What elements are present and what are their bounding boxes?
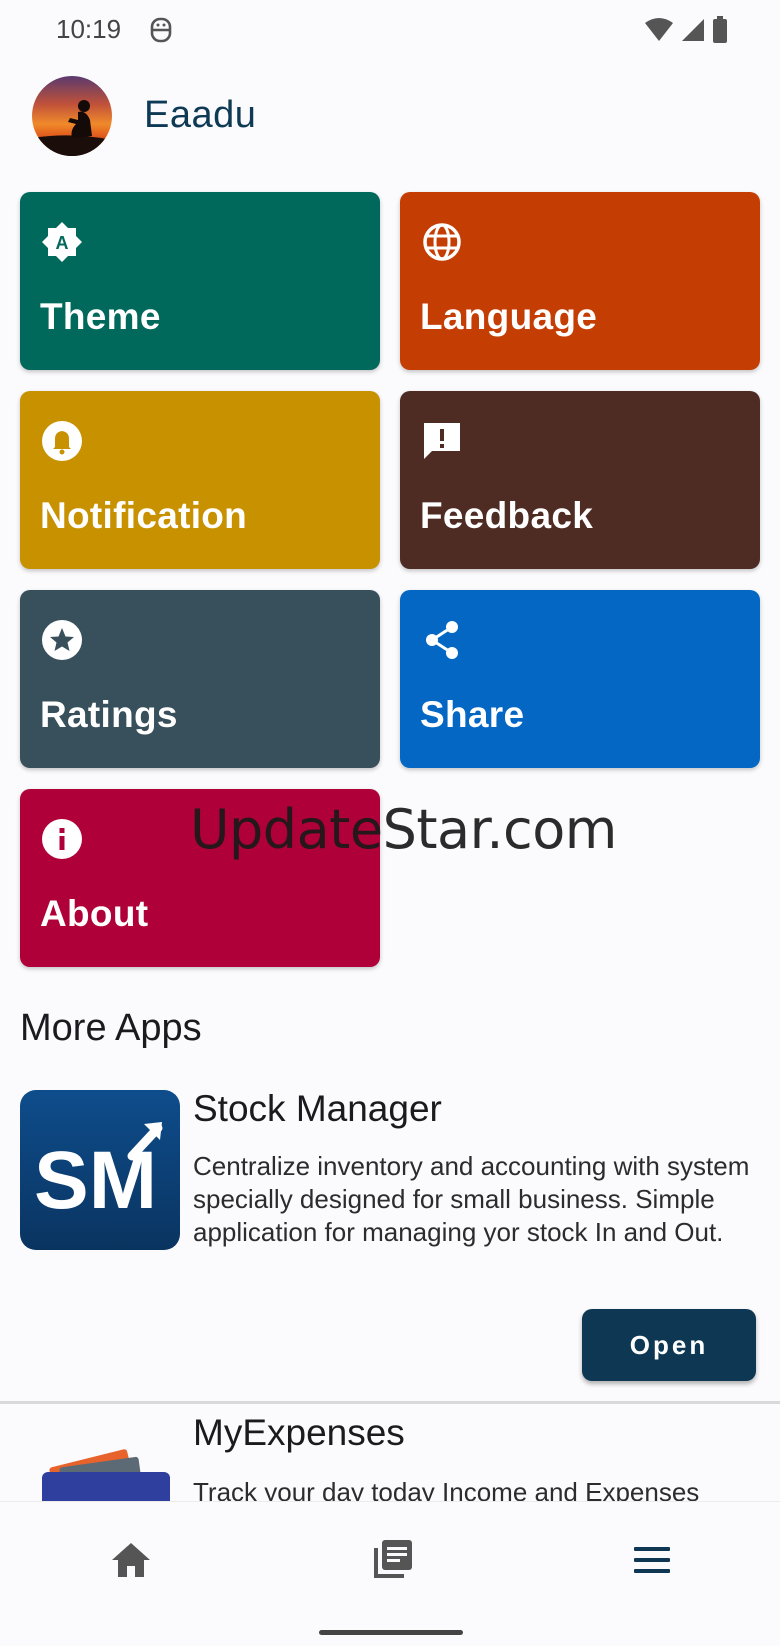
- language-tile[interactable]: Language: [400, 192, 760, 370]
- feedback-label: Feedback: [420, 495, 594, 536]
- ratings-tile[interactable]: Ratings: [20, 590, 380, 768]
- brightness-auto-icon: A: [42, 222, 82, 262]
- about-label: About: [40, 893, 149, 934]
- theme-tile[interactable]: A Theme: [20, 192, 380, 370]
- app-card-stock-manager: SM Stock Manager Centralize inventory an…: [0, 1088, 780, 1390]
- share-icon: [426, 621, 458, 659]
- status-time: 10:19: [56, 14, 122, 44]
- app-description: Track your day today Income and Expenses: [193, 1477, 700, 1502]
- divider: [0, 1401, 780, 1404]
- app-name: MyExpenses: [193, 1414, 405, 1453]
- signal-icon: [682, 19, 704, 41]
- wifi-icon: [645, 18, 673, 41]
- share-label: Share: [420, 694, 525, 735]
- feedback-tile[interactable]: Feedback: [400, 391, 760, 569]
- avatar[interactable]: [32, 76, 112, 156]
- bell-icon: [42, 421, 82, 461]
- globe-icon: [423, 223, 461, 261]
- info-icon: [42, 819, 82, 859]
- watermark: UpdateStar.com: [190, 798, 617, 861]
- battery-icon: [713, 16, 727, 43]
- ratings-label: Ratings: [40, 694, 178, 735]
- status-bar: 10:19: [0, 0, 780, 62]
- bottom-nav: [0, 1502, 780, 1646]
- app-header: Eaadu: [0, 70, 780, 162]
- app-notification-icon: [150, 17, 172, 43]
- app-name: Stock Manager: [193, 1088, 442, 1129]
- myexpenses-logo[interactable]: [20, 1442, 180, 1502]
- notification-label: Notification: [40, 495, 248, 536]
- star-icon: [42, 620, 82, 660]
- app-description: Centralize inventory and accounting with…: [193, 1151, 750, 1247]
- open-button[interactable]: Open: [582, 1309, 756, 1381]
- home-indicator: [319, 1630, 463, 1635]
- language-label: Language: [420, 296, 598, 337]
- more-apps-title: More Apps: [20, 1007, 202, 1049]
- page-title: Eaadu: [144, 94, 257, 136]
- feedback-icon: [424, 423, 460, 459]
- stock-manager-logo[interactable]: SM: [20, 1090, 180, 1250]
- menu-icon[interactable]: [628, 1536, 676, 1584]
- library-books-icon[interactable]: [368, 1536, 416, 1584]
- share-tile[interactable]: Share: [400, 590, 760, 768]
- svg-text:A: A: [56, 233, 69, 253]
- home-icon[interactable]: [107, 1536, 155, 1584]
- app-card-myexpenses: MyExpenses Track your day today Income a…: [0, 1414, 780, 1502]
- theme-label: Theme: [40, 296, 161, 337]
- notification-tile[interactable]: Notification: [20, 391, 380, 569]
